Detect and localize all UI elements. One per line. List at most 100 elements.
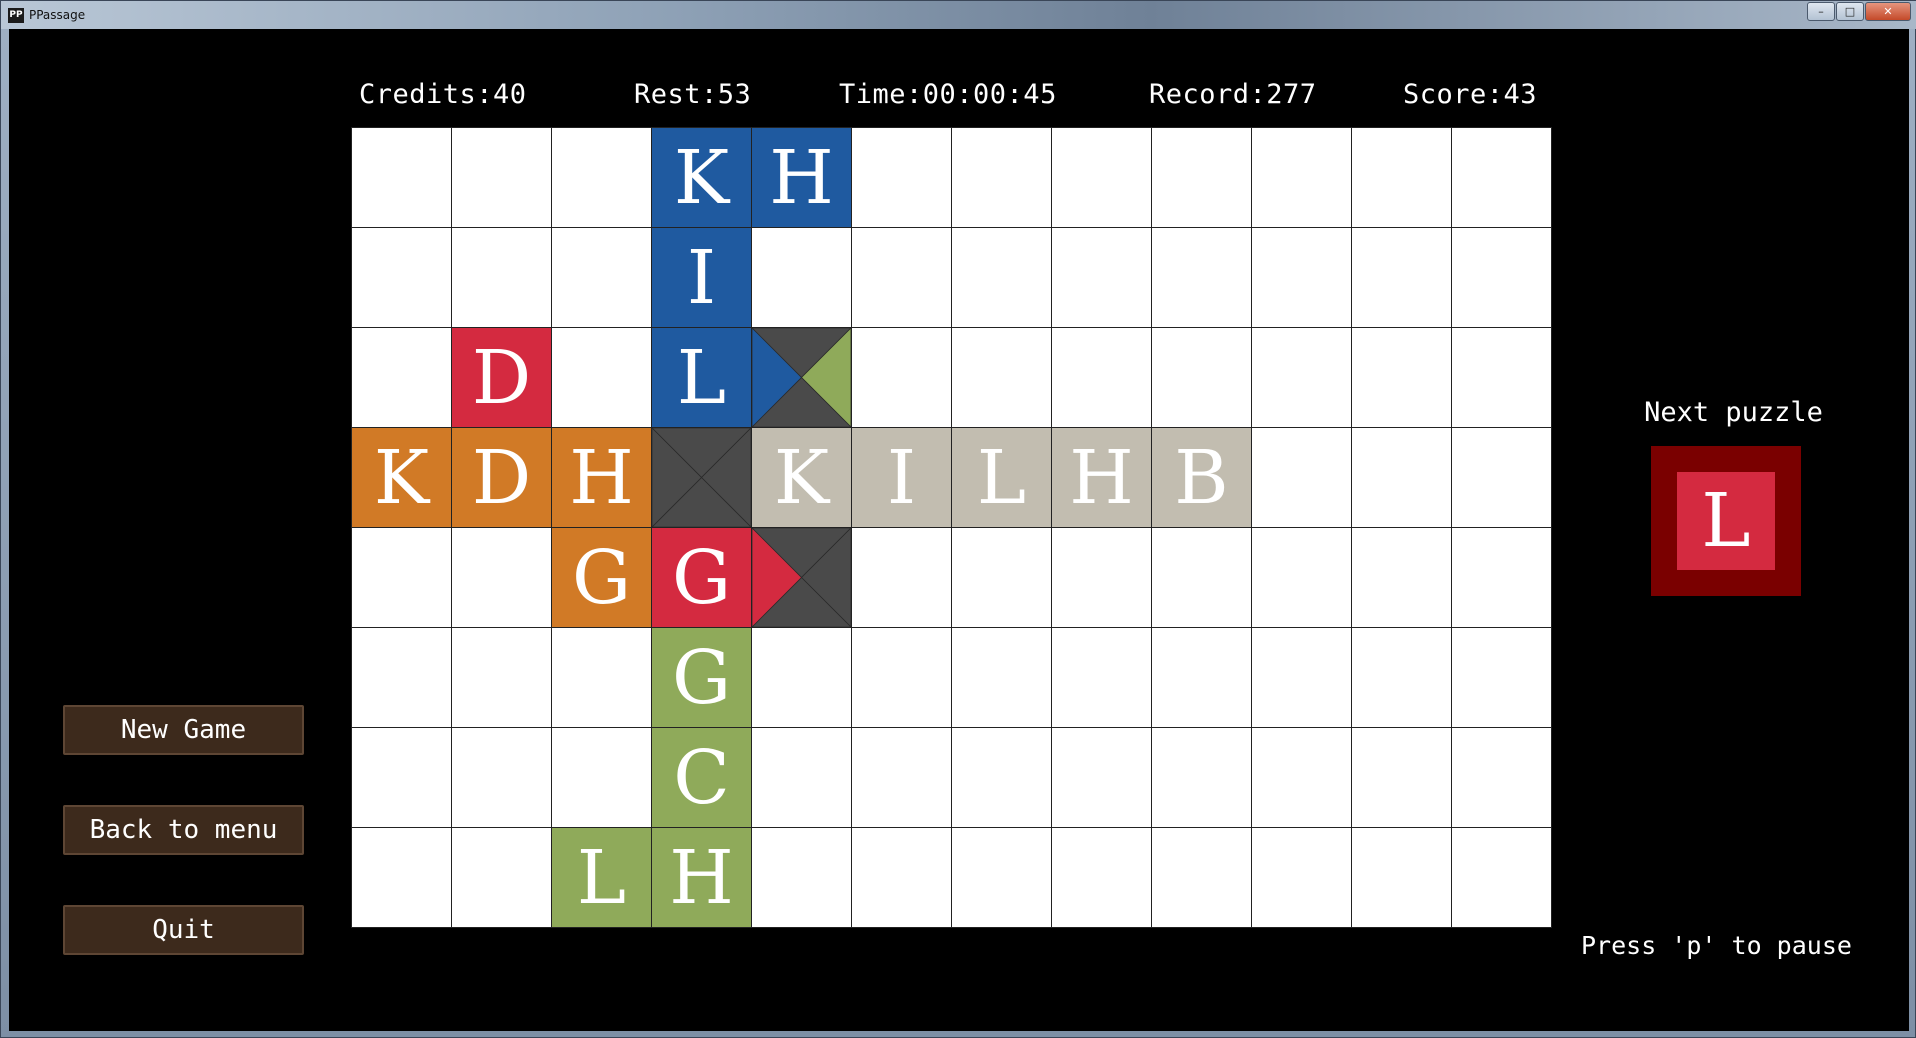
board-cell-empty[interactable]: [752, 628, 852, 728]
board-cell-empty[interactable]: [1352, 528, 1452, 628]
board-cell-empty[interactable]: [852, 828, 952, 928]
board-cell-empty[interactable]: [352, 828, 452, 928]
board-cell-empty[interactable]: [452, 728, 552, 828]
board-cell-empty[interactable]: [1152, 128, 1252, 228]
new-game-button[interactable]: New Game: [63, 705, 304, 755]
board-cell-empty[interactable]: [1052, 328, 1152, 428]
board-cell-empty[interactable]: [552, 328, 652, 428]
board-cell-empty[interactable]: [1352, 128, 1452, 228]
board-cell-empty[interactable]: [1452, 828, 1552, 928]
letter-tile[interactable]: K: [652, 128, 752, 228]
board-cell-empty[interactable]: [1352, 428, 1452, 528]
letter-tile[interactable]: L: [952, 428, 1052, 528]
board-cell-empty[interactable]: [1252, 128, 1352, 228]
letter-tile[interactable]: K: [752, 428, 852, 528]
board-cell-empty[interactable]: [1252, 428, 1352, 528]
board-cell-empty[interactable]: [1452, 728, 1552, 828]
board-cell-empty[interactable]: [552, 728, 652, 828]
letter-tile[interactable]: D: [452, 428, 552, 528]
board-cell-empty[interactable]: [952, 128, 1052, 228]
board-cell-empty[interactable]: [752, 828, 852, 928]
board-cell-empty[interactable]: [952, 328, 1052, 428]
board-cell-empty[interactable]: [1152, 828, 1252, 928]
board-cell-empty[interactable]: [1152, 628, 1252, 728]
back-to-menu-button[interactable]: Back to menu: [63, 805, 304, 855]
board-cell-empty[interactable]: [1252, 828, 1352, 928]
board-cell-empty[interactable]: [452, 128, 552, 228]
close-button[interactable]: ✕: [1865, 2, 1911, 21]
board-cell-empty[interactable]: [952, 828, 1052, 928]
letter-tile[interactable]: K: [352, 428, 452, 528]
title-bar[interactable]: PP PPassage – □ ✕: [1, 1, 1916, 29]
board-cell-empty[interactable]: [952, 628, 1052, 728]
board-cell-empty[interactable]: [1452, 328, 1552, 428]
board-cell-empty[interactable]: [452, 528, 552, 628]
board-cell-empty[interactable]: [352, 228, 452, 328]
board-cell-empty[interactable]: [1152, 728, 1252, 828]
letter-tile[interactable]: H: [1052, 428, 1152, 528]
board-cell-empty[interactable]: [352, 628, 452, 728]
board-cell-empty[interactable]: [1452, 128, 1552, 228]
letter-tile[interactable]: C: [652, 728, 752, 828]
board-cell-empty[interactable]: [852, 628, 952, 728]
board-cell-empty[interactable]: [752, 228, 852, 328]
letter-tile[interactable]: H: [752, 128, 852, 228]
board-cell-empty[interactable]: [952, 228, 1052, 328]
letter-tile[interactable]: G: [652, 528, 752, 628]
game-board[interactable]: KHIDLKDHKILHBGGGCLH: [351, 127, 1552, 928]
board-cell-empty[interactable]: [852, 328, 952, 428]
board-cell-empty[interactable]: [1052, 828, 1152, 928]
minimize-button[interactable]: –: [1807, 2, 1835, 21]
board-cell-empty[interactable]: [452, 228, 552, 328]
board-cell-empty[interactable]: [1352, 828, 1452, 928]
letter-tile[interactable]: D: [452, 328, 552, 428]
board-cell-empty[interactable]: [1252, 328, 1352, 428]
board-cell-empty[interactable]: [352, 328, 452, 428]
board-cell-empty[interactable]: [1452, 228, 1552, 328]
board-cell-empty[interactable]: [852, 128, 952, 228]
board-cell-empty[interactable]: [1052, 228, 1152, 328]
board-cell-empty[interactable]: [1252, 528, 1352, 628]
blocker-tile[interactable]: [752, 328, 852, 428]
board-cell-empty[interactable]: [852, 228, 952, 328]
board-cell-empty[interactable]: [1452, 528, 1552, 628]
letter-tile[interactable]: H: [652, 828, 752, 928]
quit-button[interactable]: Quit: [63, 905, 304, 955]
board-cell-empty[interactable]: [1352, 728, 1452, 828]
letter-tile[interactable]: I: [852, 428, 952, 528]
board-cell-empty[interactable]: [1352, 628, 1452, 728]
board-cell-empty[interactable]: [1352, 228, 1452, 328]
board-cell-empty[interactable]: [1252, 628, 1352, 728]
board-cell-empty[interactable]: [1152, 228, 1252, 328]
board-cell-empty[interactable]: [1252, 228, 1352, 328]
letter-tile[interactable]: G: [552, 528, 652, 628]
board-cell-empty[interactable]: [552, 628, 652, 728]
board-cell-empty[interactable]: [1052, 128, 1152, 228]
board-cell-empty[interactable]: [852, 528, 952, 628]
letter-tile[interactable]: G: [652, 628, 752, 728]
letter-tile[interactable]: B: [1152, 428, 1252, 528]
board-cell-empty[interactable]: [452, 628, 552, 728]
board-cell-empty[interactable]: [1152, 528, 1252, 628]
board-cell-empty[interactable]: [1052, 528, 1152, 628]
board-cell-empty[interactable]: [752, 728, 852, 828]
board-cell-empty[interactable]: [952, 728, 1052, 828]
board-cell-empty[interactable]: [1452, 628, 1552, 728]
board-cell-empty[interactable]: [452, 828, 552, 928]
blocker-tile[interactable]: [652, 428, 752, 528]
board-cell-empty[interactable]: [352, 728, 452, 828]
board-cell-empty[interactable]: [1352, 328, 1452, 428]
letter-tile[interactable]: I: [652, 228, 752, 328]
board-cell-empty[interactable]: [552, 128, 652, 228]
board-cell-empty[interactable]: [552, 228, 652, 328]
letter-tile[interactable]: L: [552, 828, 652, 928]
maximize-button[interactable]: □: [1836, 2, 1864, 21]
blocker-tile[interactable]: [752, 528, 852, 628]
board-cell-empty[interactable]: [852, 728, 952, 828]
board-cell-empty[interactable]: [1452, 428, 1552, 528]
board-cell-empty[interactable]: [1252, 728, 1352, 828]
board-cell-empty[interactable]: [1052, 728, 1152, 828]
board-cell-empty[interactable]: [1152, 328, 1252, 428]
board-cell-empty[interactable]: [352, 528, 452, 628]
board-cell-empty[interactable]: [352, 128, 452, 228]
